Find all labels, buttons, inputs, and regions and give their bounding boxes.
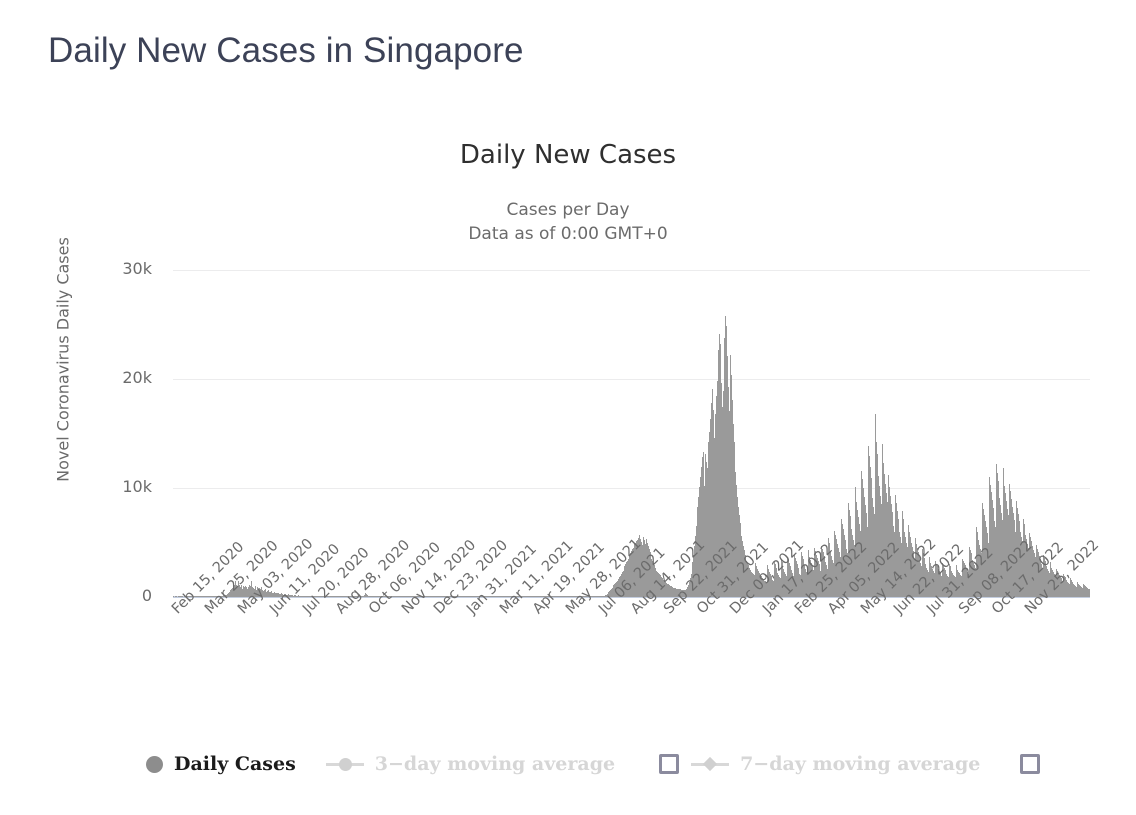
chart-legend: Daily Cases 3−day moving average 7−day m… (146, 744, 1041, 784)
checkbox-7-day-moving-average[interactable] (1020, 754, 1041, 774)
legend-item-daily-cases[interactable]: Daily Cases (146, 753, 296, 775)
plot-area: Novel Coronavirus Daily Cases 0 10k 20k 30k… (0, 0, 1136, 815)
legend-item-3-day-moving-average[interactable]: 3−day moving average (325, 753, 616, 775)
legend-item-label: 3−day moving average (374, 753, 616, 775)
filled-circle-marker-icon (146, 755, 163, 773)
x-axis-ticks: Feb 15, 2020 Mar 25, 2020 May 03, 2020 Jun … (0, 0, 1136, 815)
legend-item-label: 7−day moving average (740, 753, 981, 775)
checkbox-3-day-moving-average[interactable] (659, 754, 680, 774)
legend-item-7-day-moving-average[interactable]: 7−day moving average (691, 753, 980, 775)
line-diamond-marker-icon (691, 756, 730, 772)
line-circle-marker-icon (325, 757, 364, 771)
legend-item-label: Daily Cases (174, 753, 296, 775)
chart-page: Daily New Cases in Singapore Daily New C… (0, 0, 1136, 815)
